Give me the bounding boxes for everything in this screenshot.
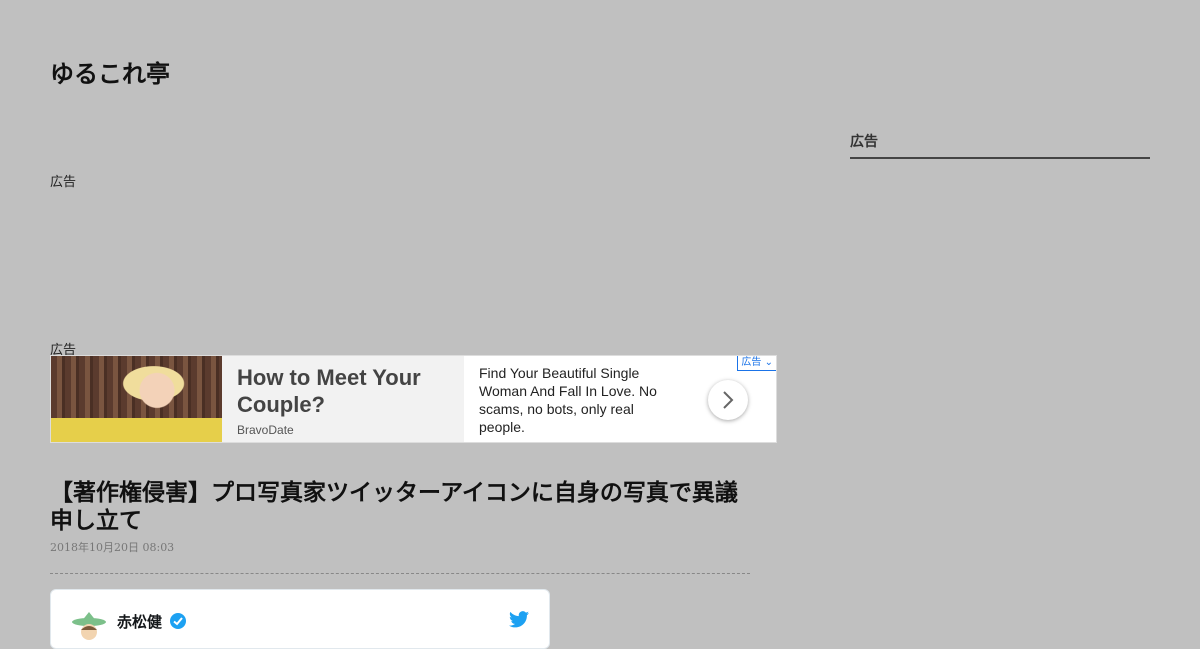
verified-badge-icon	[169, 612, 187, 634]
ad-banner[interactable]: How to Meet Your Couple? BravoDate Find …	[50, 355, 777, 443]
avatar[interactable]	[71, 608, 107, 644]
ad-choices-button[interactable]: 広告 ⌄	[737, 356, 776, 371]
post-title[interactable]: 【著作権侵害】プロ写真家ツイッターアイコンに自身の写真で異議申し立て	[50, 479, 750, 535]
embedded-tweet[interactable]: 赤松健	[50, 589, 550, 649]
ad-label-top: 広告	[50, 175, 77, 190]
site-title[interactable]: ゆるこれ亭	[50, 54, 170, 89]
ad-advertiser[interactable]: BravoDate	[237, 423, 449, 437]
ad-description[interactable]: Find Your Beautiful Single Woman And Fal…	[479, 364, 679, 436]
ad-headline[interactable]: How to Meet Your Couple?	[237, 364, 449, 418]
ad-description-box[interactable]: Find Your Beautiful Single Woman And Fal…	[464, 356, 776, 442]
ad-image[interactable]	[51, 356, 222, 442]
ad-choices-label: 広告	[741, 357, 762, 368]
post-date: 2018年10月20日 08:03	[50, 541, 175, 554]
tweet-author-name[interactable]: 赤松健	[117, 611, 162, 632]
divider	[50, 573, 750, 574]
chevron-down-icon: ⌄	[764, 357, 773, 368]
ad-headline-box[interactable]: How to Meet Your Couple? BravoDate	[222, 356, 464, 442]
twitter-bird-icon[interactable]	[509, 611, 529, 632]
sidebar-ad-heading: 広告	[850, 131, 1150, 159]
chevron-right-icon[interactable]	[708, 380, 748, 420]
